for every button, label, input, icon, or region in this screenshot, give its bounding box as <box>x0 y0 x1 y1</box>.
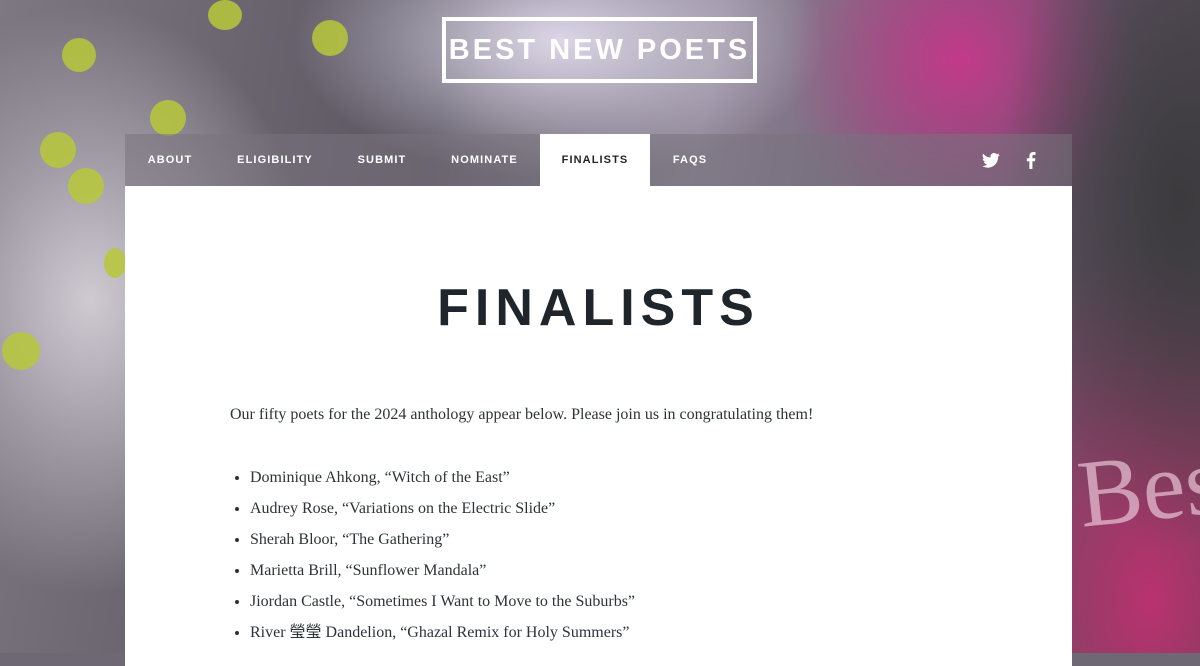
content-card: FINALISTS Our fifty poets for the 2024 a… <box>125 186 1072 666</box>
nav-item-eligibility[interactable]: ELIGIBILITY <box>215 134 335 186</box>
nav-item-nominate[interactable]: NOMINATE <box>429 134 540 186</box>
finalists-list: Dominique Ahkong, “Witch of the East” Au… <box>230 462 635 648</box>
nav-item-faqs[interactable]: FAQS <box>650 134 730 186</box>
intro-text: Our fifty poets for the 2024 anthology a… <box>230 406 814 423</box>
facebook-icon[interactable] <box>1017 134 1045 186</box>
nav-item-about[interactable]: ABOUT <box>125 134 215 186</box>
page-title: FINALISTS <box>437 279 760 337</box>
main-nav: ABOUT ELIGIBILITY SUBMIT NOMINATE FINALI… <box>125 134 1072 186</box>
list-item: Dominique Ahkong, “Witch of the East” <box>250 462 635 493</box>
nav-item-submit[interactable]: SUBMIT <box>335 134 429 186</box>
list-item: Marietta Brill, “Sunflower Mandala” <box>250 555 635 586</box>
list-item: River 瑩瑩 Dandelion, “Ghazal Remix for Ho… <box>250 617 635 648</box>
twitter-icon[interactable] <box>977 134 1005 186</box>
nav-item-finalists[interactable]: FINALISTS <box>540 134 650 186</box>
site-logo[interactable]: BEST NEW POETS <box>442 17 757 83</box>
list-item: Jiordan Castle, “Sometimes I Want to Mov… <box>250 586 635 617</box>
list-item: Audrey Rose, “Variations on the Electric… <box>250 493 635 524</box>
list-item: Sherah Bloor, “The Gathering” <box>250 524 635 555</box>
